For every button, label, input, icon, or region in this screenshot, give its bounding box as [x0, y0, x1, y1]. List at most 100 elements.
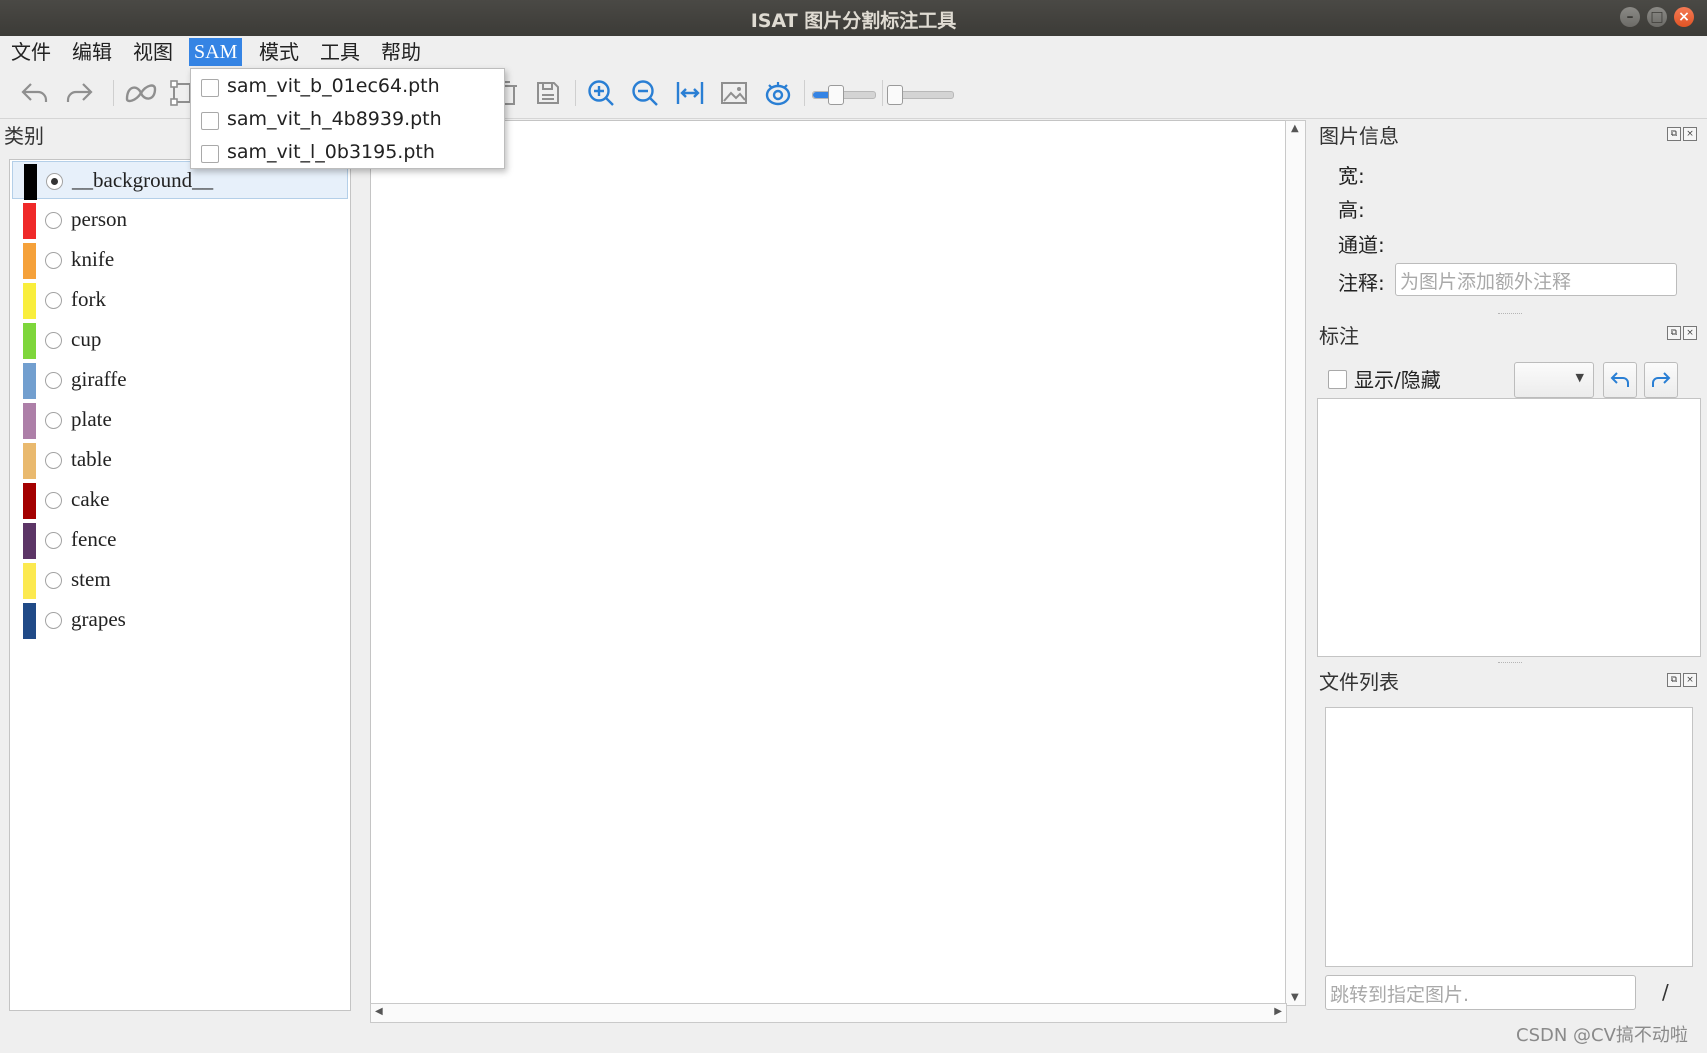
category-color-swatch [24, 164, 37, 200]
scroll-down-arrow-icon[interactable]: ▼ [1291, 992, 1299, 1003]
sam-model-item[interactable]: sam_vit_l_0b3195.pth [191, 137, 504, 169]
menu-mode[interactable]: 模式 [254, 38, 304, 66]
close-icon[interactable]: × [1683, 673, 1697, 687]
category-label: __background__ [72, 168, 214, 192]
channel-label: 通道: [1338, 233, 1385, 257]
category-radio[interactable] [45, 532, 62, 549]
category-radio[interactable] [46, 173, 63, 190]
category-color-swatch [23, 443, 36, 479]
category-radio[interactable] [45, 572, 62, 589]
file-list-title: 文件列表 [1319, 670, 1399, 694]
category-radio[interactable] [45, 612, 62, 629]
menu-view[interactable]: 视图 [128, 38, 178, 66]
annotation-list[interactable] [1317, 398, 1701, 657]
scroll-up-arrow-icon[interactable]: ▲ [1291, 123, 1299, 134]
minimize-button[interactable]: – [1620, 7, 1640, 27]
undo-icon [1610, 372, 1629, 387]
sam-model-checkbox[interactable] [201, 79, 219, 97]
category-label: knife [71, 247, 115, 271]
category-radio[interactable] [45, 332, 62, 349]
category-color-swatch [23, 603, 36, 639]
fit-window-icon[interactable] [673, 76, 707, 110]
menu-edit[interactable]: 编辑 [67, 38, 117, 66]
width-label: 宽: [1338, 164, 1365, 188]
sam-model-item[interactable]: sam_vit_b_01ec64.pth [191, 71, 504, 103]
annotation-redo-button[interactable] [1644, 362, 1678, 398]
category-item[interactable]: person [12, 201, 348, 239]
sam-model-checkbox[interactable] [201, 112, 219, 130]
category-item[interactable]: table [12, 441, 348, 479]
horizontal-scrollbar[interactable]: ◀ ▶ [370, 1003, 1287, 1023]
category-radio[interactable] [45, 412, 62, 429]
image-canvas[interactable] [370, 120, 1287, 1006]
close-button[interactable]: × [1674, 7, 1694, 27]
menubar: 文件 编辑 视图 SAM 模式 工具 帮助 [0, 36, 1707, 68]
image-info-dock-buttons: ⧉ × [1667, 127, 1699, 141]
vertical-scrollbar[interactable]: ▲ ▼ [1285, 120, 1306, 1006]
category-color-swatch [23, 283, 36, 319]
category-color-swatch [23, 403, 36, 439]
menu-help[interactable]: 帮助 [376, 38, 426, 66]
category-item[interactable]: cake [12, 481, 348, 519]
splitter-handle[interactable] [1498, 662, 1522, 665]
vertex-size-slider[interactable] [887, 85, 954, 105]
category-label: person [71, 207, 127, 231]
sam-segment-icon[interactable] [124, 76, 158, 110]
category-radio[interactable] [45, 452, 62, 469]
category-item[interactable]: giraffe [12, 361, 348, 399]
menu-file[interactable]: 文件 [6, 38, 56, 66]
category-item[interactable]: plate [12, 401, 348, 439]
splitter-handle[interactable] [1498, 313, 1522, 316]
category-item[interactable]: stem [12, 561, 348, 599]
zoom-out-icon[interactable] [628, 76, 662, 110]
show-hide-checkbox[interactable] [1328, 370, 1347, 389]
category-label: plate [71, 407, 112, 431]
category-item[interactable]: knife [12, 241, 348, 279]
close-icon[interactable]: × [1683, 127, 1697, 141]
category-radio[interactable] [45, 292, 62, 309]
sam-model-checkbox[interactable] [201, 145, 219, 163]
category-item[interactable]: fork [12, 281, 348, 319]
zoom-in-icon[interactable] [584, 76, 618, 110]
vertex-size-slider-handle[interactable] [887, 85, 904, 105]
menu-sam[interactable]: SAM [189, 38, 243, 66]
category-radio[interactable] [45, 492, 62, 509]
annotation-undo-button[interactable] [1603, 362, 1637, 398]
float-icon[interactable]: ⧉ [1667, 127, 1681, 141]
sam-model-label: sam_vit_b_01ec64.pth [227, 75, 440, 97]
show-hide-label: 显示/隐藏 [1354, 368, 1441, 392]
category-item[interactable]: cup [12, 321, 348, 359]
float-icon[interactable]: ⧉ [1667, 326, 1681, 340]
mask-alpha-slider[interactable] [812, 85, 876, 105]
file-list[interactable] [1325, 707, 1693, 967]
mask-alpha-slider-handle[interactable] [827, 85, 844, 105]
watermark: CSDN @CV搞不动啦 [1516, 1025, 1688, 1046]
note-input[interactable]: 为图片添加额外注释 [1395, 263, 1677, 296]
annotation-panel-title: 标注 [1319, 324, 1359, 348]
category-label: grapes [71, 607, 126, 631]
scroll-left-arrow-icon[interactable]: ◀ [375, 1006, 383, 1017]
category-radio[interactable] [45, 212, 62, 229]
save-icon[interactable] [531, 76, 565, 110]
category-radio[interactable] [45, 252, 62, 269]
category-item[interactable]: fence [12, 521, 348, 559]
annotation-filter-select[interactable]: ▼ [1514, 362, 1594, 398]
category-color-swatch [23, 363, 36, 399]
jump-to-image-input[interactable]: 跳转到指定图片. [1325, 975, 1636, 1010]
redo-icon[interactable] [62, 76, 96, 110]
scroll-right-arrow-icon[interactable]: ▶ [1274, 1006, 1282, 1017]
sam-model-item[interactable]: sam_vit_h_4b8939.pth [191, 104, 504, 136]
close-icon[interactable]: × [1683, 326, 1697, 340]
category-item[interactable]: grapes [12, 601, 348, 639]
show-image-icon[interactable] [717, 76, 751, 110]
maximize-button[interactable]: □ [1647, 7, 1667, 27]
menu-tools[interactable]: 工具 [315, 38, 365, 66]
visible-icon[interactable] [761, 76, 795, 110]
chevron-down-icon: ▼ [1575, 371, 1584, 384]
undo-icon[interactable] [18, 76, 52, 110]
float-icon[interactable]: ⧉ [1667, 673, 1681, 687]
category-radio[interactable] [45, 372, 62, 389]
image-info-title: 图片信息 [1319, 124, 1399, 148]
sam-model-menu: sam_vit_b_01ec64.pth sam_vit_h_4b8939.pt… [190, 68, 505, 169]
toolbar-separator [804, 80, 805, 106]
